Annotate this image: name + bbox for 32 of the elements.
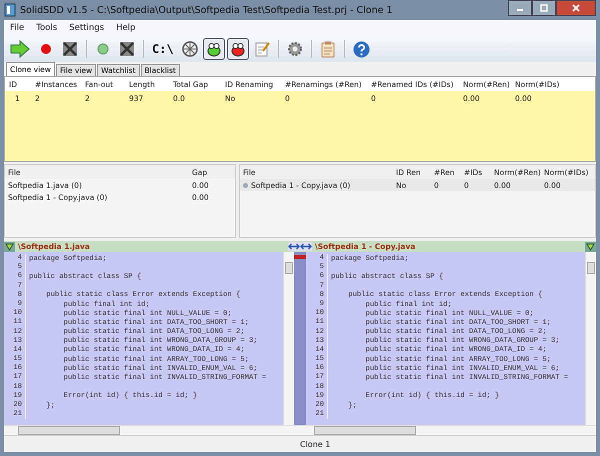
horizontal-scrollbar[interactable]: [300, 425, 596, 435]
menu-item[interactable]: Settings: [63, 23, 110, 33]
menu-item[interactable]: File: [4, 23, 30, 33]
cross-icon: [119, 41, 135, 57]
bullet-icon: [243, 182, 248, 188]
app-icon: [4, 3, 16, 17]
gear-icon: [286, 41, 303, 57]
menu-item[interactable]: Tools: [30, 23, 64, 33]
toolbar-button[interactable]: [226, 38, 249, 60]
notepad-icon: [254, 41, 270, 57]
status-text: Clone 1: [300, 440, 330, 448]
vertical-scrollbar[interactable]: [585, 252, 596, 425]
menu-item[interactable]: Help: [110, 23, 142, 33]
window-title: SolidSDD v1.5 - C:\Softpedia\Output\Softpedia Test\Softpedia Test.prj - Clone 1: [20, 4, 393, 16]
vertical-scrollbar[interactable]: [283, 252, 294, 425]
cross-icon: [62, 41, 78, 57]
maximize-button[interactable]: [532, 0, 556, 16]
close-button[interactable]: [556, 0, 596, 16]
circle-icon: [97, 43, 109, 55]
record-icon: [40, 43, 52, 55]
toolbar-button[interactable]: [202, 38, 225, 60]
arrow-icon: [10, 40, 30, 58]
clipboard-icon: [320, 40, 335, 58]
swap-arrow-icon[interactable]: [288, 242, 300, 251]
minimize-button[interactable]: [508, 0, 532, 16]
drive-button[interactable]: C:\: [149, 38, 177, 60]
horizontal-scrollbar[interactable]: [4, 425, 300, 435]
maximize-icon: [540, 4, 548, 12]
close-icon: [572, 4, 580, 12]
swap-arrow-icon[interactable]: [300, 242, 312, 251]
wheel-icon: [182, 41, 198, 57]
help-icon: [352, 40, 370, 58]
